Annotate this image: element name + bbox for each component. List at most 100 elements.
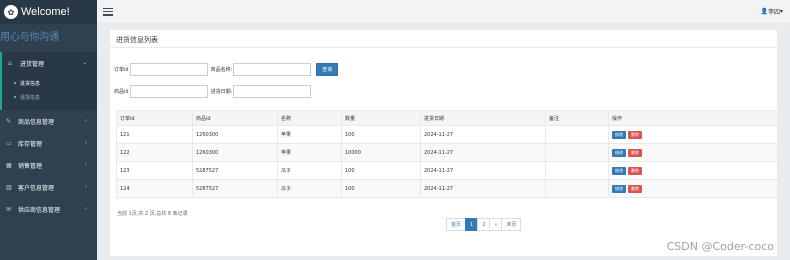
user-icon: 👤: [760, 8, 768, 15]
topbar: 👤 李四 ▾: [97, 0, 790, 24]
goods-id-input[interactable]: [129, 85, 208, 98]
desktop-icon: ▭: [6, 139, 12, 147]
chevron-down-icon: ⌄: [82, 60, 87, 66]
chevron-left-icon: ‹: [85, 118, 87, 124]
cell-actions: 修改 删除: [608, 179, 778, 198]
cell-goods-id: 1260300: [192, 143, 278, 162]
cell-quantity: 100: [341, 125, 421, 144]
sidebar-subitem-label: 退货信息: [20, 94, 41, 101]
stock-table: 订单id 商品id 名称 数量 进货日期 备注 操作 121 1260300 苹…: [116, 110, 778, 198]
menu-toggle-icon[interactable]: [103, 7, 113, 16]
brand-title: Welcome!: [21, 6, 70, 18]
sidebar-item-customers[interactable]: ▥ 客户信息管理 ‹: [0, 176, 97, 198]
col-order-id: 订单id: [116, 110, 193, 126]
sidebar-item-label: 库存管理: [18, 140, 43, 148]
edit-icon: ✎: [6, 117, 12, 125]
cell-order-id: 123: [116, 161, 193, 180]
home-icon: ⌂: [8, 59, 12, 67]
cell-order-id: 121: [116, 125, 193, 144]
goods-name-label: 商品名称:: [210, 67, 233, 73]
chart-icon: ▥: [6, 183, 12, 191]
edit-button[interactable]: 修改: [612, 184, 626, 193]
stock-date-label: 进货日期:: [210, 89, 233, 95]
paw-icon: ✿: [4, 5, 18, 19]
brand: ✿ Welcome!: [0, 0, 97, 24]
order-id-input[interactable]: [129, 63, 208, 76]
cell-name: 瓜子: [277, 179, 342, 198]
user-menu[interactable]: 👤 李四 ▾: [760, 7, 783, 16]
page-title: 进货信息列表: [110, 30, 777, 48]
sidebar-slogan: 用心与你沟通: [0, 32, 59, 43]
submenu-stock: 进货信息 退货信息: [0, 74, 97, 110]
chevron-left-icon: ‹: [85, 184, 87, 190]
cell-stock-date: 2024-11-27: [420, 125, 546, 144]
table-row: 124 5287527 瓜子 100 2024-11-27 修改 删除: [116, 179, 778, 198]
table-row: 121 1260300 苹果 100 2024-11-27 修改 删除: [116, 125, 778, 144]
cell-actions: 修改 删除: [608, 161, 778, 180]
edit-button[interactable]: 修改: [612, 130, 626, 139]
pager-first[interactable]: 首页: [446, 218, 467, 231]
envelope-icon: ✉: [6, 205, 12, 213]
delete-button[interactable]: 删除: [628, 166, 642, 175]
cell-quantity: 10000: [341, 143, 421, 162]
delete-button[interactable]: 删除: [628, 184, 642, 193]
col-remark: 备注: [545, 110, 609, 126]
cell-stock-date: 2024-11-27: [420, 143, 546, 162]
cell-actions: 修改 删除: [608, 143, 778, 162]
sidebar-item-stock-in[interactable]: ⌂ 进货管理 ⌄: [0, 52, 97, 74]
table-row: 122 1260300 苹果 10000 2024-11-27 修改 删除: [116, 143, 778, 162]
col-goods-id: 商品id: [192, 110, 278, 126]
bullet-icon: [14, 96, 16, 98]
col-quantity: 数量: [341, 110, 421, 126]
cell-name: 苹果: [277, 143, 342, 162]
cell-remark: [545, 161, 609, 180]
sidebar-item-label: 商品信息管理: [18, 118, 55, 126]
delete-button[interactable]: 删除: [628, 130, 642, 139]
cell-name: 苹果: [277, 125, 342, 144]
search-button[interactable]: 查询: [316, 63, 339, 76]
table-icon: ▦: [6, 161, 12, 169]
cell-stock-date: 2024-11-27: [420, 161, 546, 180]
cell-remark: [545, 125, 609, 144]
pager-last[interactable]: 末页: [501, 218, 522, 231]
sidebar-item-label: 销售管理: [18, 162, 43, 170]
sidebar-item-inventory[interactable]: ▭ 库存管理 ‹: [0, 132, 97, 154]
sidebar-item-label: 客户信息管理: [18, 184, 55, 192]
sidebar-subitem-stock-info[interactable]: 进货信息: [2, 76, 97, 90]
chevron-left-icon: ‹: [85, 140, 87, 146]
sidebar-item-goods[interactable]: ✎ 商品信息管理 ‹: [0, 110, 97, 132]
sidebar-item-sales[interactable]: ▦ 销售管理 ‹: [0, 154, 97, 176]
goods-id-label: 商品id: [114, 89, 129, 95]
col-stock-date: 进货日期: [420, 110, 546, 126]
sidebar: ✿ Welcome! 用心与你沟通 ⌂ 进货管理 ⌄ 进货信息 退货信息 ✎ 商…: [0, 0, 97, 260]
col-name: 名称: [277, 110, 342, 126]
cell-order-id: 124: [116, 179, 193, 198]
col-actions: 操作: [608, 110, 778, 126]
sidebar-item-label: 进货管理: [20, 60, 45, 68]
delete-button[interactable]: 删除: [628, 148, 642, 157]
page-info: 当前 1页,共 2 页,总共 8 条记录: [117, 211, 188, 217]
edit-button[interactable]: 修改: [612, 166, 626, 175]
sidebar-subitem-return-info[interactable]: 退货信息: [2, 90, 97, 104]
order-id-label: 订单id: [114, 67, 129, 73]
caret-down-icon: ▾: [779, 8, 783, 15]
chevron-left-icon: ‹: [85, 206, 87, 212]
sidebar-subitem-label: 进货信息: [20, 80, 41, 87]
sidebar-item-suppliers[interactable]: ✉ 供应商信息管理 ‹: [0, 198, 97, 220]
edit-button[interactable]: 修改: [612, 148, 626, 157]
cell-quantity: 100: [341, 161, 421, 180]
goods-name-input[interactable]: [233, 63, 312, 76]
sidebar-item-label: 供应商信息管理: [18, 206, 61, 214]
cell-quantity: 100: [341, 179, 421, 198]
cell-goods-id: 5287527: [192, 161, 278, 180]
chevron-left-icon: ‹: [85, 162, 87, 168]
cell-remark: [545, 143, 609, 162]
stock-date-input[interactable]: [233, 85, 312, 98]
search-row-2: 商品id 进货日期:: [114, 85, 312, 98]
cell-name: 瓜子: [277, 161, 342, 180]
bullet-icon: [14, 82, 16, 84]
table-row: 123 5287527 瓜子 100 2024-11-27 修改 删除: [116, 161, 778, 180]
search-row-1: 订单id 商品名称: 查询: [114, 63, 339, 76]
cell-order-id: 122: [116, 143, 193, 162]
pagination: 首页 1 2 » 末页: [446, 218, 522, 231]
